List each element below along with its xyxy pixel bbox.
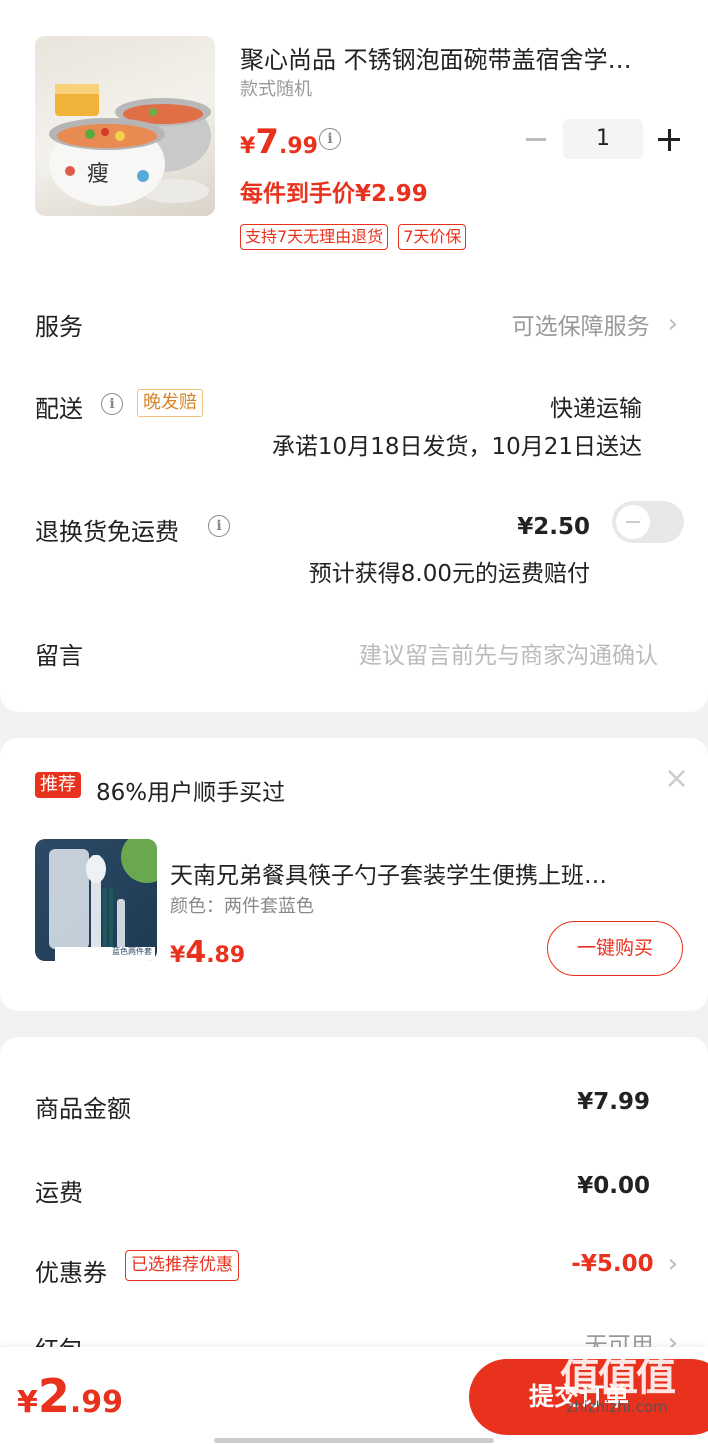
late-delivery-badge: 晚发赔 (137, 389, 203, 417)
product-price: ¥7.99 (240, 122, 318, 162)
tag-price-protect: 7天价保 (398, 224, 467, 250)
price-info-icon[interactable]: i (319, 128, 341, 150)
coupon-selected-tag: 已选推荐优惠 (125, 1250, 239, 1281)
one-click-buy-button[interactable]: 一键购买 (547, 921, 683, 976)
home-indicator (214, 1438, 494, 1443)
product-spec: 款式随机 (240, 79, 312, 100)
goods-amount-value: ¥7.99 (577, 1089, 650, 1115)
submit-order-button[interactable]: 提交订单 (469, 1359, 708, 1435)
coupon-label: 优惠券 (35, 1259, 107, 1287)
total-price: ¥2.99 (17, 1369, 123, 1423)
coupon-value: -¥5.00 (571, 1251, 654, 1277)
coupon-row[interactable]: -¥5.00 › (571, 1249, 678, 1279)
tag-return: 支持7天无理由退货 (240, 224, 389, 250)
service-row[interactable]: 可选保障服务 › (512, 307, 678, 341)
recommend-photo-cutlery (49, 839, 157, 961)
service-label: 服务 (35, 313, 83, 341)
recommend-price: ¥4.89 (170, 935, 245, 970)
price-symbol: ¥ (240, 134, 256, 159)
quantity-minus-button[interactable] (524, 126, 550, 152)
return-shipping-note: 预计获得8.00元的运费赔付 (308, 561, 590, 587)
close-icon[interactable]: × (664, 764, 689, 794)
product-photo-bowls (39, 84, 211, 206)
recommend-item-spec: 颜色：两件套蓝色 (170, 896, 314, 917)
product-image-text: 瘦 (87, 162, 110, 187)
service-value: 可选保障服务 (511, 314, 650, 340)
product-tags: 支持7天无理由退货 7天价保 (240, 224, 467, 250)
recommend-item-title[interactable]: 天南兄弟餐具筷子勺子套装学生便携上班… (170, 856, 670, 890)
return-shipping-toggle[interactable] (612, 501, 684, 543)
return-shipping-info-icon[interactable]: i (208, 515, 230, 537)
per-item-price: 每件到手价¥2.99 (240, 181, 428, 207)
return-shipping-price: ¥2.50 (517, 514, 590, 540)
total-price-symbol: ¥ (17, 1385, 38, 1420)
message-label: 留言 (35, 642, 83, 670)
total-price-int: 2 (37, 1369, 70, 1423)
quantity-plus-button[interactable] (656, 126, 682, 152)
recommend-price-symbol: ¥ (170, 943, 186, 968)
chevron-right-icon: › (667, 309, 678, 339)
chevron-right-icon: › (667, 1249, 678, 1279)
bottom-bar: ¥2.99 提交订单 值值值 zhizhizhi.com (0, 1347, 708, 1444)
message-input[interactable]: 建议留言前先与商家沟通确认 (359, 636, 658, 670)
recommend-badge: 推荐 (35, 772, 81, 798)
product-image[interactable]: 瘦 (35, 36, 215, 216)
recommend-image-caption: 蓝色两件套 (112, 947, 152, 956)
recommend-image[interactable]: 蓝色两件套 (35, 839, 157, 961)
delivery-method[interactable]: 快递运输 (550, 389, 642, 423)
shipping-fee-value: ¥0.00 (577, 1173, 650, 1199)
product-title[interactable]: 聚心尚品 不锈钢泡面碗带盖宿舍学… (240, 40, 670, 75)
shipping-fee-label: 运费 (35, 1179, 83, 1207)
recommend-headline: 86%用户顺手买过 (96, 780, 286, 806)
delivery-promise: 承诺10月18日发货，10月21日送达 (271, 434, 642, 460)
total-price-dec: .99 (69, 1385, 124, 1420)
recommend-price-int: 4 (185, 935, 207, 970)
quantity-value[interactable]: 1 (563, 119, 643, 159)
recommend-card: 推荐 86%用户顺手买过 × 蓝色两件套 天南兄弟餐具筷子勺子套装学生便携上班…… (0, 738, 708, 1011)
order-details-card: 瘦 聚心尚品 不锈钢泡面碗带盖宿舍学… 款式随机 ¥7.99 i 1 每件到手价… (0, 0, 708, 712)
delivery-label: 配送 (35, 395, 83, 423)
recommend-price-dec: .89 (206, 943, 246, 968)
return-shipping-label: 退换货免运费 (35, 518, 179, 546)
price-int: 7 (255, 122, 279, 162)
goods-amount-label: 商品金额 (35, 1095, 131, 1123)
delivery-info-icon[interactable]: i (101, 393, 123, 415)
price-dec: .99 (278, 134, 318, 159)
